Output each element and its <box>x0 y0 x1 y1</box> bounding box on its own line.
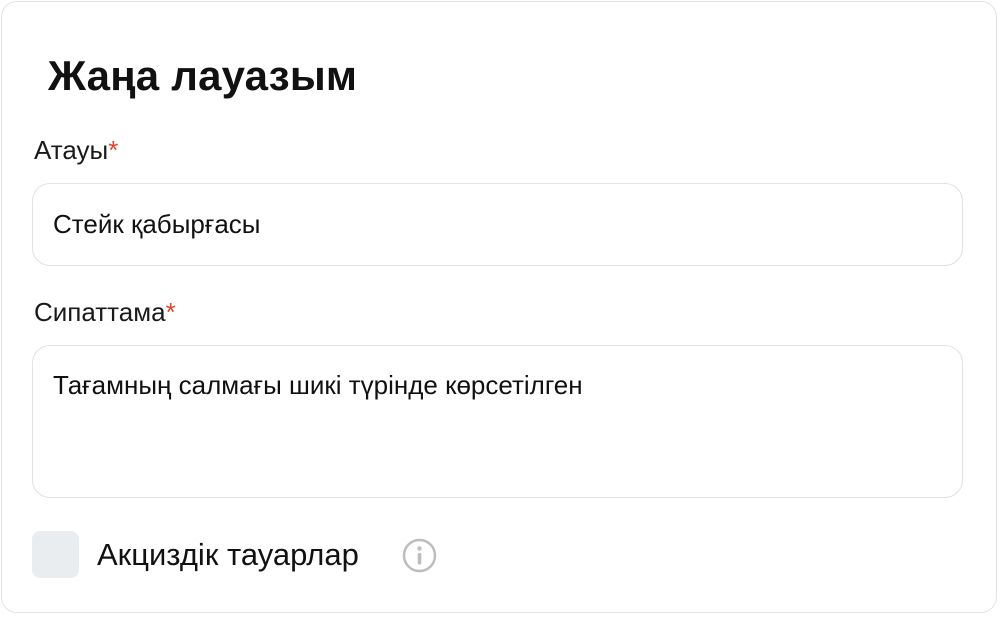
name-field-label: Атауы* <box>34 134 118 166</box>
new-position-card: Жаңа лауазым Атауы* Сипаттама* Тағамның … <box>1 1 997 613</box>
description-required-mark: * <box>165 297 176 327</box>
description-label-text: Сипаттама <box>34 297 166 327</box>
page-title: Жаңа лауазым <box>48 52 358 99</box>
name-required-mark: * <box>108 135 119 165</box>
excise-goods-checkbox[interactable] <box>32 531 79 578</box>
description-textarea[interactable]: Тағамның салмағы шикі түрінде көрсетілге… <box>32 345 963 498</box>
info-icon[interactable] <box>402 538 437 573</box>
name-label-text: Атауы <box>34 135 109 165</box>
description-field-label: Сипаттама* <box>34 296 176 328</box>
name-input[interactable] <box>32 183 963 266</box>
excise-goods-label[interactable]: Акциздік тауарлар <box>97 537 359 573</box>
